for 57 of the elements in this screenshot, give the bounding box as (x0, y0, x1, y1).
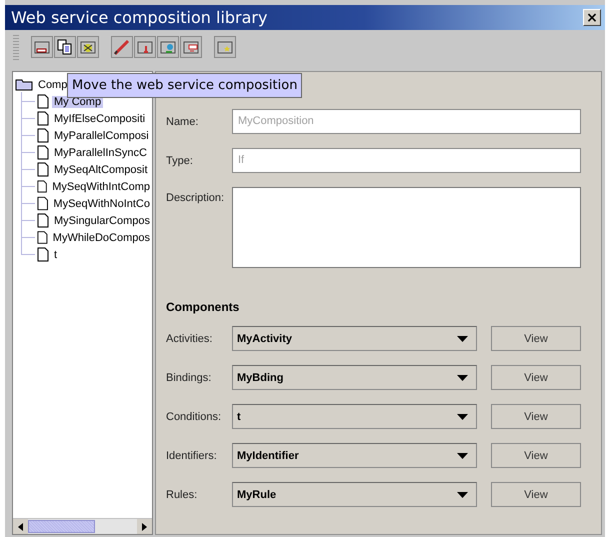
tree-item[interactable]: MySeqWithIntComp (50, 180, 152, 192)
dropdown[interactable]: MyActivity (232, 326, 477, 351)
dropdown[interactable]: MyIdentifier (232, 443, 477, 468)
document-icon (37, 196, 48, 211)
field-label: Identifiers: (166, 450, 218, 462)
tree-item[interactable]: MyParallelComposi (52, 130, 151, 142)
section-heading: Components (166, 300, 240, 314)
field-label: Conditions: (166, 410, 222, 422)
pencil-icon (113, 38, 131, 56)
view-button[interactable]: View (491, 443, 581, 468)
dropdown-arrow-icon (457, 336, 468, 342)
document-icon (37, 111, 49, 126)
tree-item[interactable]: MyIfElseCompositi (52, 112, 148, 124)
view-button[interactable]: View (491, 365, 581, 390)
toolbar-button[interactable] (31, 36, 53, 58)
field-label: Description: (166, 191, 226, 204)
field-label: Rules: (166, 488, 198, 500)
dropdown-arrow-icon (457, 452, 468, 458)
horizontal-scrollbar[interactable] (13, 518, 152, 534)
document-icon (37, 247, 49, 262)
field-label: Type: (166, 154, 194, 166)
scroll-left-icon (18, 522, 23, 530)
document-icon (37, 145, 49, 160)
text-area[interactable] (232, 187, 581, 268)
window-title: Web service composition library (11, 8, 268, 27)
document-icon (37, 179, 48, 194)
dropdown[interactable]: MyBding (232, 365, 477, 390)
dropdown[interactable]: t (232, 404, 477, 429)
field-label: Name: (166, 116, 200, 128)
dropdown[interactable]: MyRule (232, 482, 477, 507)
toolbar-button[interactable] (54, 36, 76, 58)
tree-item[interactable]: MySeqWithNoIntCo (51, 198, 152, 210)
tree-item[interactable]: t (52, 248, 60, 260)
dropdown-arrow-icon (457, 492, 468, 498)
dropdown-arrow-icon (457, 414, 468, 420)
field-label: Bindings: (166, 372, 212, 384)
document-icon (37, 230, 48, 245)
tree-item[interactable]: Comp (36, 78, 70, 90)
scroll-right-icon (142, 522, 147, 530)
view-button[interactable]: View (491, 482, 581, 507)
tree-item[interactable]: MySingularCompos (52, 214, 152, 226)
dropdown-arrow-icon (457, 374, 468, 380)
document-icon (37, 128, 49, 143)
document-icon (37, 94, 49, 109)
toolbar-button[interactable] (77, 36, 99, 58)
document-icon (37, 162, 49, 177)
toolbar-button[interactable] (180, 36, 202, 58)
tree-item[interactable]: MySeqAltComposit (52, 164, 150, 176)
tree-item[interactable]: MyParallelInSyncC (52, 146, 149, 158)
view-button[interactable]: View (491, 326, 581, 351)
copy-icon (56, 38, 74, 56)
tree-item[interactable]: MyWhileDoCompos (50, 232, 152, 244)
document-icon (37, 213, 49, 228)
tooltip: Move the web service composition (67, 73, 302, 98)
field-label: Activities: (166, 332, 214, 344)
close-button[interactable]: × (583, 9, 601, 26)
view-button[interactable]: View (491, 404, 581, 429)
